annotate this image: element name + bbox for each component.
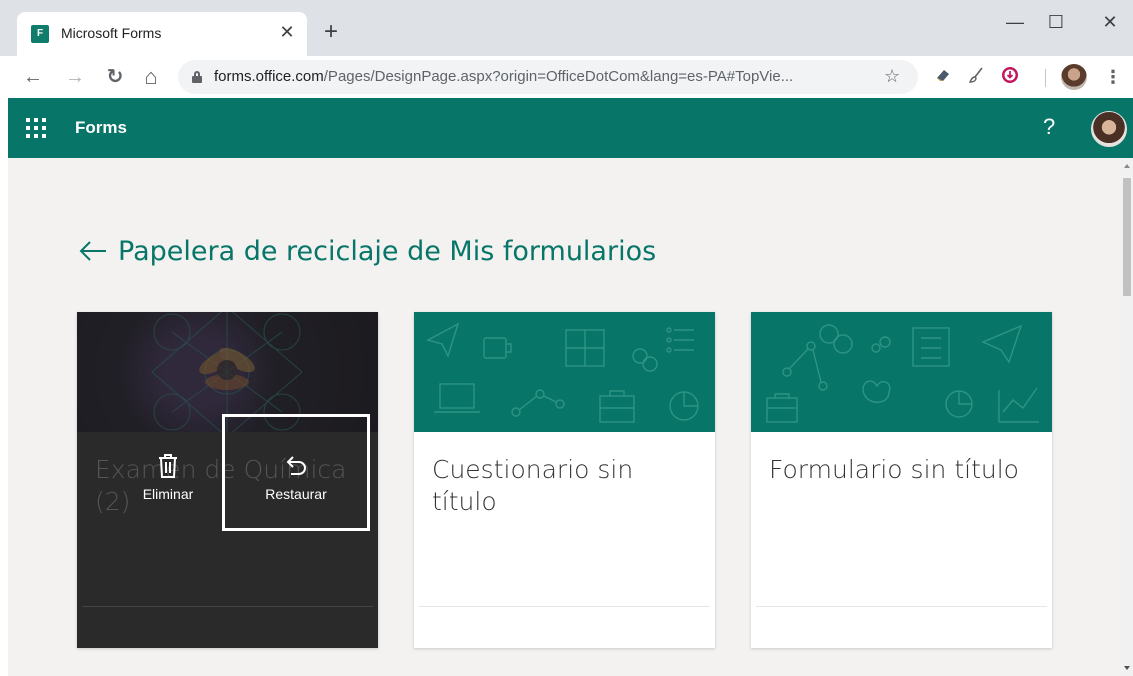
scrollbar-thumb[interactable] [1123,178,1131,296]
toolbar-divider [1045,69,1046,87]
address-bar[interactable]: forms.office.com/Pages/DesignPage.aspx?o… [178,60,918,94]
tab-strip: F Microsoft Forms ✕ + — ☐ ✕ [0,0,1133,56]
extension-download-icon[interactable] [1000,66,1020,86]
browser-tab[interactable]: F Microsoft Forms ✕ [17,12,307,56]
browser-menu-icon[interactable]: ⋮ [1104,64,1122,90]
reload-button[interactable]: ↻ [100,62,130,92]
form-card[interactable]: Formulario sin título [751,312,1052,648]
tab-title: Microsoft Forms [61,25,162,41]
card-footer-divider [756,606,1047,607]
window-close-button[interactable]: ✕ [1090,8,1130,36]
page-title: Papelera de reciclaje de Mis formularios [118,235,657,267]
restore-highlight-frame [222,414,370,531]
scroll-up-arrow-icon[interactable] [1124,164,1130,168]
forms-favicon-icon: F [31,25,49,43]
vertical-scrollbar[interactable] [1121,158,1133,676]
home-button[interactable]: ⌂ [136,62,166,92]
profile-avatar-icon[interactable] [1061,64,1087,90]
url-path: /Pages/DesignPage.aspx?origin=OfficeDotC… [323,68,794,85]
card-banner-pattern [414,312,715,432]
tab-close-icon[interactable]: ✕ [277,22,297,42]
banner-doodles [426,322,699,423]
back-to-my-forms-link[interactable]: Papelera de reciclaje de Mis formularios [78,234,656,268]
app-launcher-icon[interactable] [26,118,46,138]
delete-label: Eliminar [142,486,194,502]
extension-brush-icon[interactable] [967,66,987,86]
card-banner-pattern [751,312,1052,432]
browser-window: F Microsoft Forms ✕ + — ☐ ✕ ← → ↻ ⌂ form… [0,0,1133,676]
new-tab-button[interactable]: + [318,20,344,46]
quiz-card[interactable]: Cuestionario sin título [414,312,715,648]
url-host: forms.office.com [214,68,324,85]
user-avatar[interactable] [1091,111,1127,147]
back-button[interactable]: ← [18,62,48,92]
card-title: Cuestionario sin título [432,455,634,516]
lock-icon [192,71,202,83]
back-arrow-icon [79,241,106,261]
delete-button[interactable]: Eliminar [121,452,215,512]
forward-button[interactable]: → [60,62,90,92]
banner-doodles [766,324,1039,423]
browser-toolbar: ← → ↻ ⌂ forms.office.com/Pages/DesignPag… [0,56,1133,98]
card-title: Formulario sin título [769,455,1019,484]
card-footer-divider [82,606,373,607]
card-footer-divider [419,606,710,607]
main-content: Papelera de reciclaje de Mis formularios [8,158,1121,676]
maximize-button[interactable]: ☐ [1036,8,1076,36]
bookmark-star-icon[interactable]: ☆ [884,66,900,87]
help-icon[interactable]: ? [1043,114,1055,140]
app-name[interactable]: Forms [75,118,127,138]
scroll-down-arrow-icon[interactable] [1124,666,1130,670]
trash-icon [159,454,177,478]
extension-eraser-icon[interactable] [933,66,953,86]
url-text: forms.office.com/Pages/DesignPage.aspx?o… [214,68,793,85]
deleted-form-card[interactable]: Examen de Química (2) Eliminar Restaurar [77,312,378,648]
minimize-button[interactable]: — [995,8,1035,36]
forms-header: Forms ? [8,98,1133,158]
